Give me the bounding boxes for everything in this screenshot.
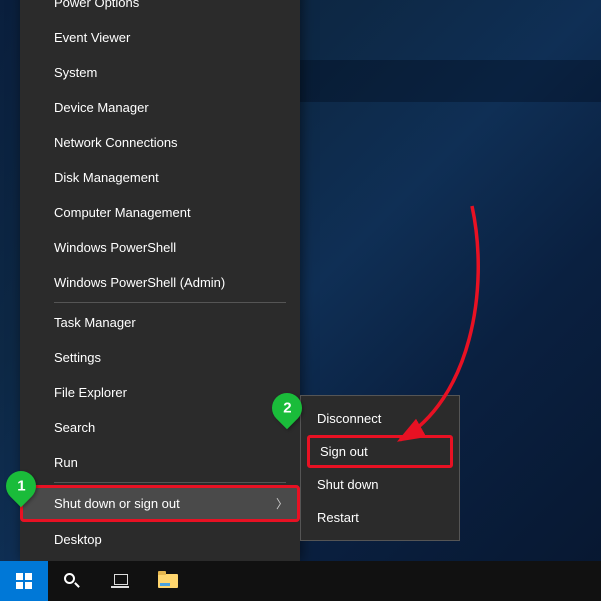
taskbar-file-explorer-button[interactable] [144,561,192,601]
menu-item-shut-down-or-sign-out[interactable]: Shut down or sign out 〉 [20,485,300,522]
menu-item-label: System [54,65,97,80]
menu-item-label: Search [54,420,95,435]
menu-item-file-explorer[interactable]: File Explorer [20,375,300,410]
menu-item-label: Device Manager [54,100,149,115]
menu-item-label: Network Connections [54,135,178,150]
start-button[interactable] [0,561,48,601]
menu-item-system[interactable]: System [20,55,300,90]
menu-item-event-viewer[interactable]: Event Viewer [20,20,300,55]
task-view-icon [111,574,129,588]
submenu-item-label: Disconnect [317,411,381,426]
menu-item-power-options[interactable]: Power Options [20,0,300,20]
taskbar-search-button[interactable] [48,561,96,601]
submenu-item-label: Restart [317,510,359,525]
winx-context-menu: Apps and Features Power Options Event Vi… [20,0,300,561]
folder-icon [158,574,178,588]
menu-item-windows-powershell-admin[interactable]: Windows PowerShell (Admin) [20,265,300,300]
menu-item-device-manager[interactable]: Device Manager [20,90,300,125]
menu-item-label: Windows PowerShell [54,240,176,255]
badge-number: 2 [283,400,291,417]
menu-item-label: Settings [54,350,101,365]
menu-separator [54,302,286,303]
menu-item-task-manager[interactable]: Task Manager [20,305,300,340]
menu-item-label: Disk Management [54,170,159,185]
menu-item-windows-powershell[interactable]: Windows PowerShell [20,230,300,265]
menu-item-label: Computer Management [54,205,191,220]
menu-item-label: Shut down or sign out [54,496,180,511]
menu-item-label: Task Manager [54,315,136,330]
menu-item-label: Event Viewer [54,30,130,45]
chevron-right-icon: 〉 [276,495,288,512]
menu-separator [54,482,286,483]
menu-item-label: Desktop [54,532,102,547]
menu-item-network-connections[interactable]: Network Connections [20,125,300,160]
submenu-item-label: Shut down [317,477,378,492]
menu-item-label: File Explorer [54,385,127,400]
menu-item-settings[interactable]: Settings [20,340,300,375]
windows-logo-icon [16,573,32,589]
submenu-item-shut-down[interactable]: Shut down [301,468,459,501]
menu-item-desktop[interactable]: Desktop [20,522,300,557]
shutdown-submenu: Disconnect Sign out Shut down Restart [300,395,460,541]
menu-item-label: Power Options [54,0,139,10]
menu-item-label: Run [54,455,78,470]
submenu-item-disconnect[interactable]: Disconnect [301,402,459,435]
submenu-item-sign-out[interactable]: Sign out [307,435,453,468]
search-icon [64,573,80,589]
taskbar [0,561,601,601]
menu-item-label: Windows PowerShell (Admin) [54,275,225,290]
menu-item-computer-management[interactable]: Computer Management [20,195,300,230]
badge-number: 1 [17,478,25,495]
menu-item-disk-management[interactable]: Disk Management [20,160,300,195]
menu-item-search[interactable]: Search [20,410,300,445]
menu-item-run[interactable]: Run [20,445,300,480]
submenu-item-restart[interactable]: Restart [301,501,459,534]
desktop-background-stripe [300,60,601,102]
submenu-item-label: Sign out [320,444,368,459]
taskbar-task-view-button[interactable] [96,561,144,601]
